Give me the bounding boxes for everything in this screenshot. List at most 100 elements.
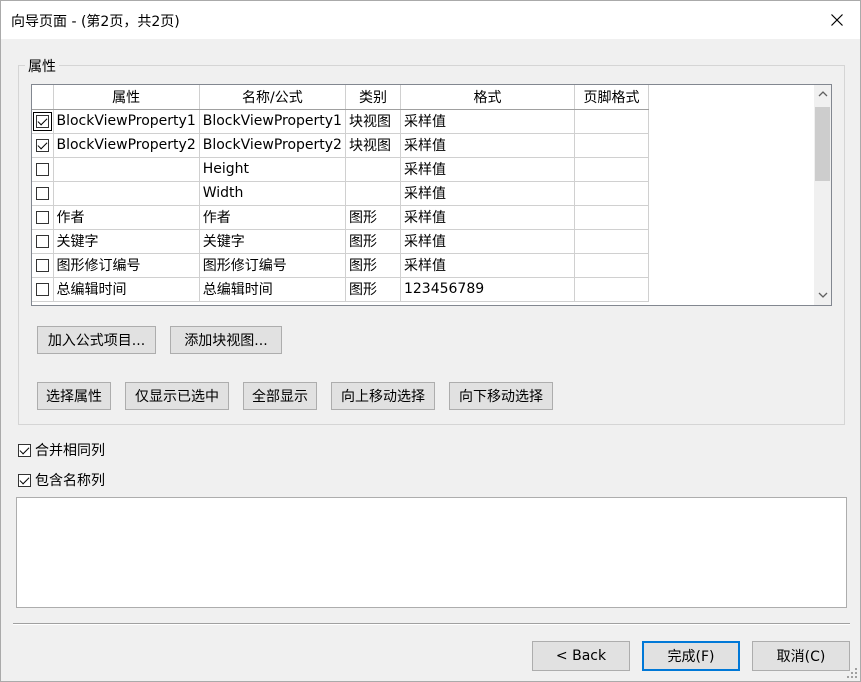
footer-format-cell[interactable] [574,157,649,182]
include-name-option[interactable]: 包含名称列 [18,470,105,490]
close-icon [831,14,843,26]
format-cell[interactable]: 采样值 [400,229,575,254]
attribute-cell[interactable]: 作者 [53,205,200,230]
footer-format-cell[interactable] [574,109,649,134]
row-checkbox-cell[interactable] [32,181,54,206]
name-formula-cell[interactable]: Width [199,181,346,206]
move-down-button[interactable]: 向下移动选择 [449,382,553,410]
header-format[interactable]: 格式 [400,85,575,110]
format-cell[interactable]: 采样值 [400,205,575,230]
row-checkbox[interactable] [35,186,49,200]
footer-format-cell[interactable] [574,133,649,158]
name-formula-cell[interactable]: 关键字 [199,229,346,254]
grid-vertical-scrollbar[interactable] [814,85,831,305]
scroll-thumb[interactable] [815,107,830,181]
name-formula-cell[interactable]: Height [199,157,346,182]
format-cell[interactable]: 采样值 [400,253,575,278]
format-cell[interactable]: 采样值 [400,109,575,134]
merge-columns-label: 合并相同列 [35,443,105,459]
category-cell[interactable] [345,181,401,206]
footer-format-cell[interactable] [574,253,649,278]
table-row[interactable]: BlockViewProperty2 BlockViewProperty2 块视图采… [32,133,649,158]
header-attribute[interactable]: 属性 [53,85,200,110]
row-checkbox[interactable] [35,282,49,296]
scroll-up-arrow[interactable] [814,85,831,102]
show-all-button[interactable]: 全部显示 [243,382,317,410]
footer-format-cell[interactable] [574,277,649,302]
footer-format-cell[interactable] [574,229,649,254]
row-checkbox-cell[interactable] [32,109,54,134]
row-checkbox-cell[interactable] [32,133,54,158]
header-footer-format[interactable]: 页脚格式 [574,85,649,110]
header-category[interactable]: 类别 [345,85,401,110]
table-row[interactable]: 总编辑时间 总编辑时间 图形 123456789 [32,277,649,302]
table-row[interactable]: Height 采样值 [32,157,649,182]
show-selected-only-button[interactable]: 仅显示已选中 [125,382,229,410]
move-up-button[interactable]: 向上移动选择 [331,382,435,410]
row-checkbox[interactable] [35,162,49,176]
attribute-cell[interactable]: 总编辑时间 [53,277,200,302]
row-checkbox-cell[interactable] [32,277,54,302]
name-formula-cell[interactable]: BlockViewProperty2 [199,133,346,158]
add-block-view-button[interactable]: 添加块视图... [170,326,282,354]
include-name-checkbox[interactable] [18,473,31,487]
category-cell[interactable]: 图形 [345,229,401,254]
row-checkbox[interactable] [35,138,49,152]
table-row[interactable]: 关键字 关键字 图形 采样值 [32,229,649,254]
select-attributes-button[interactable]: 选择属性 [37,382,111,410]
properties-group-label: 属性 [25,56,59,76]
row-checkbox[interactable] [35,234,49,248]
add-formula-button[interactable]: 加入公式项目... [37,326,156,354]
row-checkbox-cell[interactable] [32,205,54,230]
header-checkbox-column[interactable] [32,85,54,110]
row-checkbox-cell[interactable] [32,229,54,254]
attribute-cell[interactable]: BlockViewProperty1 [53,109,200,134]
name-formula-cell[interactable]: 图形修订编号 [199,253,346,278]
properties-grid[interactable]: 属性 名称/公式 类别 格式 页脚格式 BlockViewProperty1 Bl… [31,84,832,306]
name-formula-cell[interactable]: BlockViewProperty1 [199,109,346,134]
attribute-cell[interactable]: 图形修订编号 [53,253,200,278]
format-cell[interactable]: 采样值 [400,181,575,206]
row-checkbox[interactable] [32,111,52,131]
row-checkbox[interactable] [35,258,49,272]
close-button[interactable] [814,1,860,39]
format-cell[interactable]: 采样值 [400,133,575,158]
category-cell[interactable] [345,157,401,182]
resize-grip-icon[interactable] [846,667,858,679]
back-button[interactable]: < Back [532,641,630,671]
table-row[interactable]: 作者 作者 图形 采样值 [32,205,649,230]
footer-format-cell[interactable] [574,181,649,206]
footer-format-cell[interactable] [574,205,649,230]
category-cell[interactable]: 块视图 [345,133,401,158]
attribute-cell[interactable]: 关键字 [53,229,200,254]
attribute-cell[interactable]: BlockViewProperty2 [53,133,200,158]
finish-button[interactable]: 完成(F) [642,641,740,671]
category-cell[interactable]: 图形 [345,277,401,302]
category-cell[interactable]: 图形 [345,205,401,230]
window-title: 向导页面 - (第2页，共2页) [11,14,180,30]
chevron-down-icon [818,292,827,298]
category-cell[interactable]: 图形 [345,253,401,278]
attribute-cell[interactable] [53,157,200,182]
table-row[interactable]: BlockViewProperty1 BlockViewProperty1 块视图采… [32,109,649,134]
table-row[interactable]: 图形修订编号 图形修订编号 图形 采样值 [32,253,649,278]
row-checkbox-cell[interactable] [32,253,54,278]
header-name-formula[interactable]: 名称/公式 [199,85,346,110]
category-cell[interactable]: 块视图 [345,109,401,134]
scroll-down-arrow[interactable] [814,286,831,303]
format-cell[interactable]: 采样值 [400,157,575,182]
row-checkbox[interactable] [35,210,49,224]
footer-separator [13,623,850,625]
row-checkbox-cell[interactable] [32,157,54,182]
attribute-cell[interactable] [53,181,200,206]
name-formula-cell[interactable]: 作者 [199,205,346,230]
table-row[interactable]: Width 采样值 [32,181,649,206]
name-formula-cell[interactable]: 总编辑时间 [199,277,346,302]
merge-columns-checkbox[interactable] [18,443,31,457]
format-cell[interactable]: 123456789 [400,277,575,302]
merge-columns-option[interactable]: 合并相同列 [18,440,105,460]
preview-text-area[interactable] [16,497,847,608]
cancel-button[interactable]: 取消(C) [752,641,850,671]
include-name-label: 包含名称列 [35,473,105,489]
wizard-dialog: 向导页面 - (第2页，共2页) 属性 属性 名称/公式 类别 格式 页脚格式 [0,0,861,682]
